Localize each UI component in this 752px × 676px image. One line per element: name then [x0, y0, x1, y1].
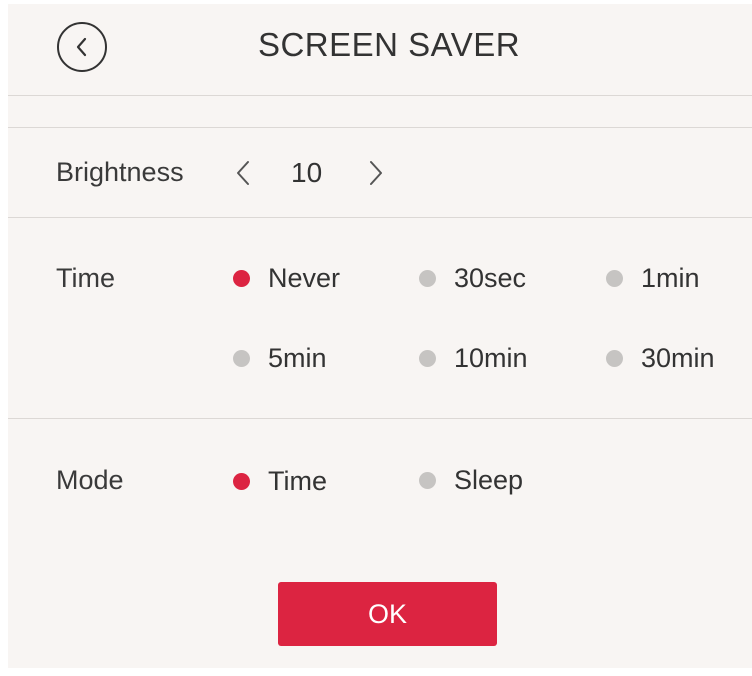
time-option-30min[interactable]: 30min: [606, 343, 715, 374]
mode-label: Mode: [56, 465, 124, 495]
option-label: Time: [268, 466, 327, 496]
radio-selected-icon: [233, 270, 250, 287]
page-title: SCREEN SAVER: [257, 26, 521, 63]
radio-unselected-icon: [606, 350, 623, 367]
time-option-30sec[interactable]: 30sec: [419, 263, 526, 294]
option-label: 30min: [641, 343, 715, 373]
mode-option-time[interactable]: Time: [233, 466, 327, 497]
divider: [8, 95, 752, 96]
option-label: Sleep: [454, 465, 524, 495]
mode-option-sleep[interactable]: Sleep: [419, 465, 523, 496]
time-option-10min[interactable]: 10min: [419, 343, 528, 374]
option-label: 30sec: [454, 263, 527, 293]
brightness-value: 10: [291, 157, 323, 188]
divider: [8, 418, 752, 419]
brightness-decrease-button[interactable]: [231, 158, 255, 188]
brightness-increase-button[interactable]: [364, 158, 388, 188]
radio-unselected-icon: [233, 350, 250, 367]
option-label: 1min: [641, 263, 700, 293]
time-option-1min[interactable]: 1min: [606, 263, 700, 294]
brightness-label: Brightness: [56, 157, 184, 187]
radio-unselected-icon: [419, 472, 436, 489]
time-label: Time: [56, 263, 115, 293]
screen-saver-panel: SCREEN SAVER Brightness 10 Time Never 30…: [8, 4, 752, 668]
time-option-5min[interactable]: 5min: [233, 343, 327, 374]
chevron-right-icon: [370, 161, 382, 185]
chevron-left-icon: [237, 161, 249, 185]
time-option-never[interactable]: Never: [233, 263, 340, 294]
radio-unselected-icon: [606, 270, 623, 287]
option-label: 10min: [454, 343, 528, 373]
radio-unselected-icon: [419, 350, 436, 367]
ok-button[interactable]: OK: [278, 582, 497, 646]
divider: [8, 217, 752, 218]
option-label: 5min: [268, 343, 327, 373]
radio-selected-icon: [233, 473, 250, 490]
option-label: Never: [268, 263, 341, 293]
radio-unselected-icon: [419, 270, 436, 287]
divider: [8, 127, 752, 128]
